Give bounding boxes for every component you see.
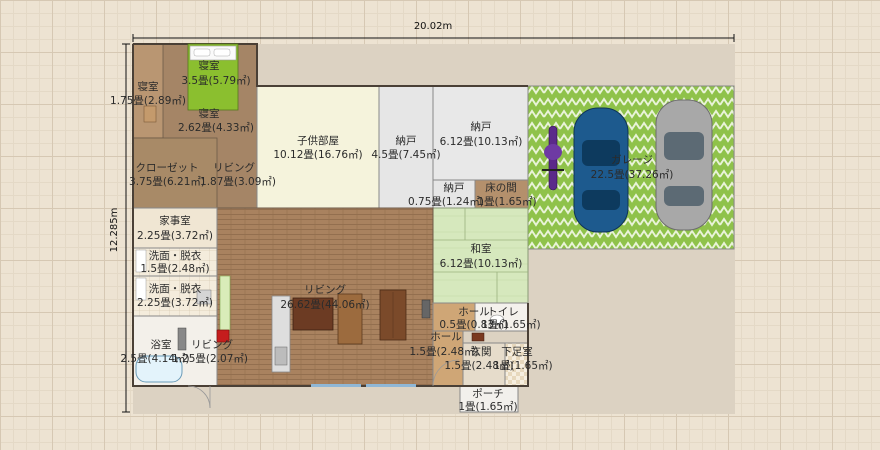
room-size: 2.25畳(3.72㎡)	[137, 230, 213, 242]
room-size: 6.12畳(10.13㎡)	[440, 258, 523, 270]
floor-plan: 20.02m 12.285m 寝室 3.5畳(5.79㎡) 寝室 1.75畳(2…	[109, 21, 735, 414]
room-size: 26.62畳(44.06㎡)	[280, 299, 369, 311]
storage-2-floor	[432, 85, 529, 181]
room-name: 下足室	[501, 345, 533, 358]
room-name: リビング	[213, 161, 255, 174]
room-name: ポーチ	[472, 388, 504, 400]
room-name: 寝室	[138, 80, 159, 93]
room-size: 4.5畳(7.45㎡)	[371, 149, 440, 161]
room-name: 子供部屋	[297, 134, 339, 147]
width-dimension-label: 20.02m	[414, 21, 452, 32]
kids-room-floor	[256, 85, 380, 209]
room-size: 6.12畳(10.13㎡)	[440, 136, 523, 148]
room-name: トイレ	[487, 306, 519, 318]
room-name: 寝室	[199, 107, 220, 120]
room-size: 0.75畳(1.24㎡)	[408, 196, 484, 208]
car-silver	[655, 99, 713, 231]
room-name: 洗面・脱衣	[149, 249, 202, 262]
room-size: 10.12畳(16.76㎡)	[273, 149, 362, 161]
height-dimension-label: 12.285m	[109, 208, 120, 253]
room-name: 洗面・脱衣	[149, 282, 202, 295]
room-name: リビング	[304, 283, 346, 296]
room-name: リビング	[191, 338, 233, 351]
room-name: 家事室	[159, 214, 191, 227]
room-name: ホール	[430, 331, 462, 343]
room-size: 1畳(1.65㎡)	[481, 319, 540, 331]
room-size: 1.5畳(2.48㎡)	[140, 263, 209, 275]
room-name: 浴室	[151, 338, 172, 351]
room-size: 22.5畳(37.26㎡)	[591, 169, 674, 181]
room-size: 2.62畳(4.33㎡)	[178, 122, 254, 134]
storage-1-floor	[378, 85, 434, 209]
room-size: 1.87畳(3.09㎡)	[200, 176, 276, 188]
room-size: 3.5畳(5.79㎡)	[181, 75, 250, 87]
room-name: 納戸	[396, 134, 417, 147]
utility-floor	[132, 207, 218, 249]
room-name: 和室	[471, 242, 492, 255]
room-name: 玄関	[471, 345, 492, 358]
room-size: 1畳(1.65㎡)	[477, 196, 536, 208]
room-name: ガレージ	[611, 154, 653, 166]
room-name: 納戸	[471, 120, 492, 133]
room-size: 1畳(1.65㎡)	[493, 360, 552, 372]
room-size: 1.25畳(2.07㎡)	[172, 353, 248, 365]
room-name: ホール	[458, 306, 490, 318]
room-size: 1畳(1.65㎡)	[458, 401, 517, 413]
washitsu-floor	[432, 207, 529, 304]
room-size: 1.75畳(2.89㎡)	[110, 95, 186, 107]
room-size: 2.25畳(3.72㎡)	[137, 297, 213, 309]
room-size: 1.5畳(2.48㎡)	[409, 346, 478, 358]
room-name: 納戸	[444, 181, 465, 194]
room-name: クローゼット	[136, 162, 199, 174]
room-name: 床の間	[485, 181, 517, 194]
room-name: 寝室	[199, 59, 220, 72]
room-size: 3.75畳(6.21㎡)	[129, 176, 205, 188]
